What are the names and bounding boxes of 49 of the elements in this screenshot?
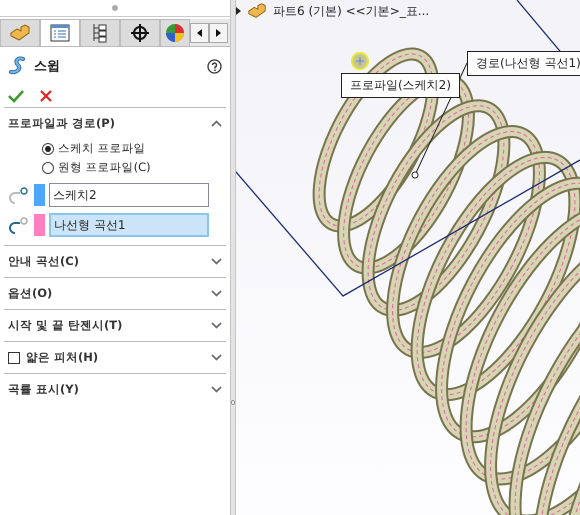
cancel-button[interactable] (40, 90, 52, 102)
color-wheel-tab[interactable] (160, 19, 190, 46)
splitter-handle-icon[interactable] (231, 400, 235, 405)
section-header[interactable]: 안내 곡선(C) (4, 246, 226, 277)
feature-title: 스윕 (34, 58, 61, 75)
part-icon (247, 2, 267, 20)
part-tab[interactable] (0, 19, 40, 46)
tree-tab[interactable] (80, 19, 120, 46)
expand-chevron-icon (211, 290, 222, 297)
property-list-icon (50, 24, 70, 42)
expand-arrow-icon[interactable] (236, 7, 241, 15)
part-icon (9, 24, 31, 42)
tree-item-label[interactable]: 파트6 (기본) <<기본>_표... (273, 2, 430, 20)
section-header[interactable]: 얇은 피처(H) (4, 342, 226, 373)
radio-label: 원형 프로파일(C) (58, 160, 151, 175)
section-header[interactable]: 프로파일과 경로(P) (4, 108, 226, 139)
radio-label: 스케치 프로파일 (58, 141, 146, 156)
expand-chevron-icon (211, 258, 222, 265)
checkbox[interactable] (8, 352, 20, 364)
scroll-right-button[interactable] (209, 23, 228, 43)
profile-point-icon (351, 52, 369, 70)
expand-chevron-icon (211, 386, 222, 393)
selection-field[interactable]: 스케치2 (49, 183, 209, 207)
callout-label[interactable]: 경로(나선형 곡선1) (467, 51, 580, 76)
ok-button[interactable] (8, 89, 24, 103)
tree-icon (91, 23, 109, 43)
selection-field[interactable]: 나선형 곡선1 (49, 213, 209, 237)
property-list-tab[interactable] (40, 19, 80, 46)
radio-button[interactable] (42, 162, 54, 174)
collapse-chevron-icon (211, 120, 222, 127)
path-icon (8, 216, 30, 234)
crosshair-icon (130, 23, 150, 43)
help-icon[interactable] (207, 58, 222, 74)
sweep-icon (8, 56, 28, 76)
left-arrow-icon (197, 29, 202, 37)
callout-label[interactable]: 프로파일(스케치2) (341, 73, 460, 98)
graphics-viewport[interactable]: 파트6 (기본) <<기본>_표... 프로파일(스케치2) 경로(나선형 곡선1) (236, 0, 580, 515)
profile-icon (8, 186, 30, 204)
color-wheel-icon (165, 23, 185, 43)
right-arrow-icon (216, 29, 221, 37)
expand-chevron-icon (211, 354, 222, 361)
section-header[interactable]: 시작 및 끝 탄젠시(T) (4, 310, 226, 341)
section-header[interactable]: 옵션(O) (4, 278, 226, 309)
radio-button[interactable] (42, 142, 54, 154)
crosshair-tab[interactable] (120, 19, 160, 46)
scroll-left-button[interactable] (190, 23, 209, 43)
panel-grip-icon[interactable] (112, 5, 118, 11)
expand-chevron-icon (211, 322, 222, 329)
section-header[interactable]: 곡률 표시(Y) (4, 374, 226, 405)
